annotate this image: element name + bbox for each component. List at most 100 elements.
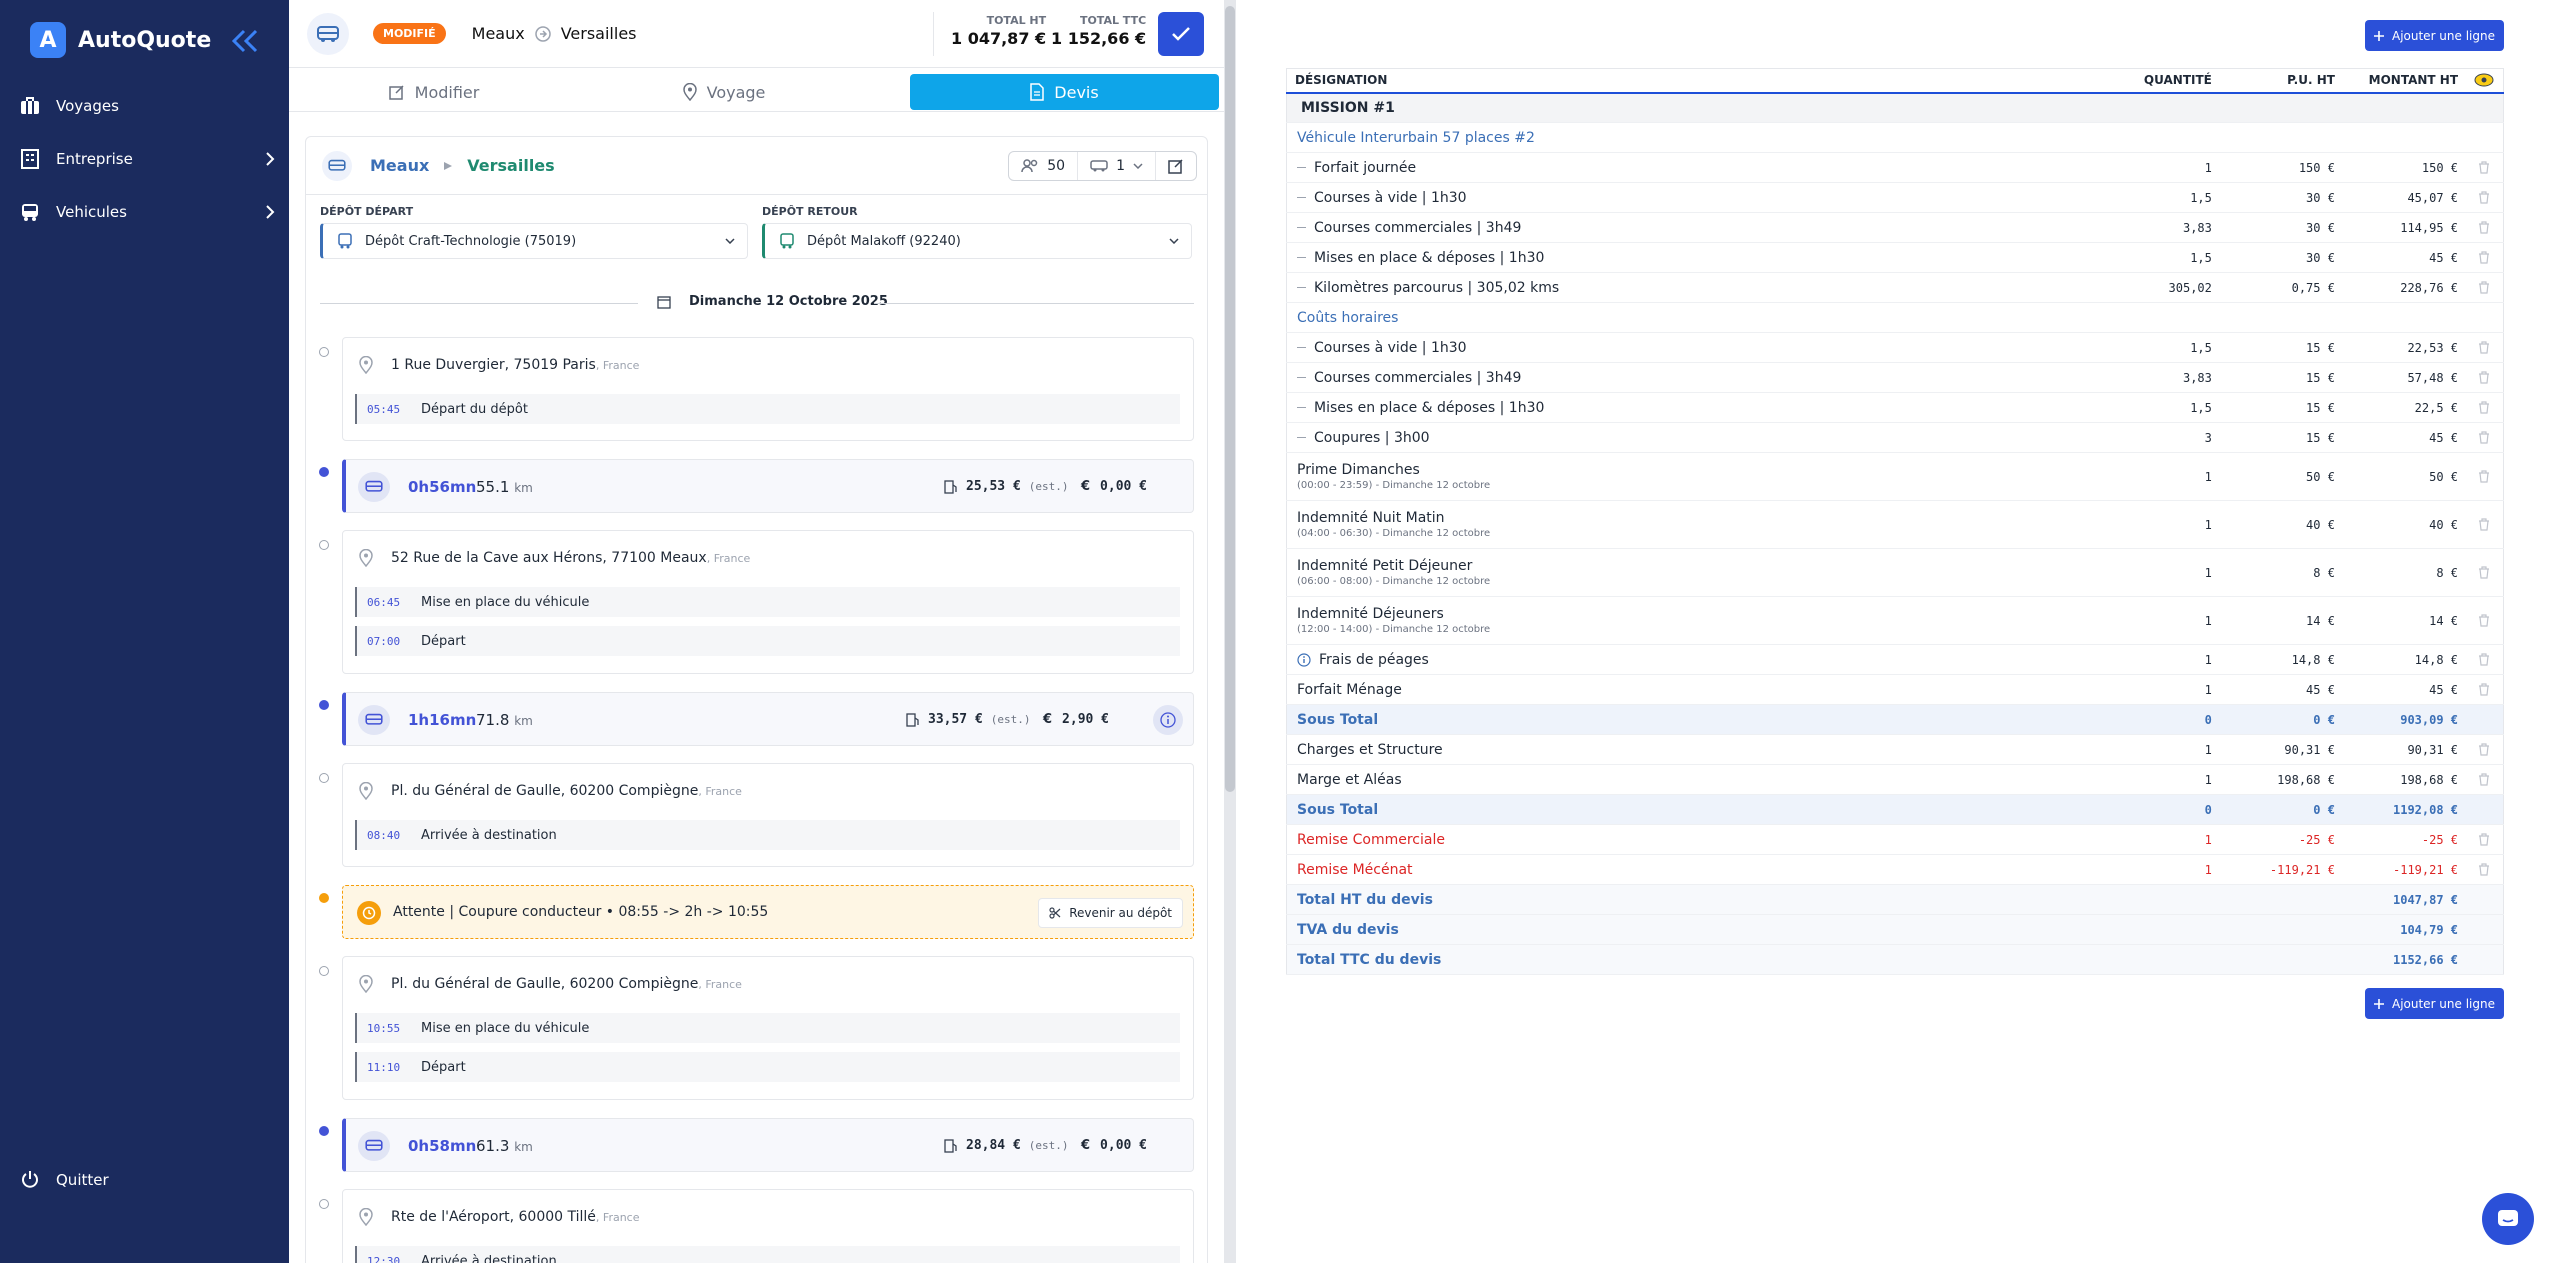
info-button[interactable] — [1153, 705, 1183, 735]
stop-card[interactable]: Rte de l'Aéroport, 60000 Tillé, France 1… — [342, 1189, 1194, 1263]
table-row[interactable]: MISSION #1 — [1286, 92, 2504, 123]
event-time: 10:55 — [367, 1021, 401, 1035]
table-row[interactable]: TVA du devis 104,79 € — [1286, 914, 2504, 945]
delete-line-button[interactable] — [2466, 152, 2504, 183]
return-to-depot-button[interactable]: Revenir au dépôt — [1038, 898, 1183, 928]
table-row[interactable]: Kilomètres parcourus | 305,02 kms 305,02 0… — [1286, 272, 2504, 303]
delete-line-button[interactable] — [2466, 392, 2504, 423]
table-row[interactable]: Courses commerciales | 3h49 3,83 15 €57,48… — [1286, 362, 2504, 393]
bus-icon — [358, 1131, 390, 1161]
table-row[interactable]: Indemnité Nuit Matin (04:00 - 06:30) - Di… — [1286, 500, 2504, 549]
sidebar-item-vehicules[interactable]: Vehicules — [20, 192, 275, 232]
table-row[interactable]: Sous Total 0 0 €903,09 € — [1286, 704, 2504, 735]
stop-card[interactable]: 1 Rue Duvergier, 75019 Paris, France 05:… — [342, 337, 1194, 441]
table-row[interactable]: Courses commerciales | 3h49 3,83 30 €114,9… — [1286, 212, 2504, 243]
tab-modifier[interactable]: Modifier — [289, 74, 579, 110]
add-line-button[interactable]: Ajouter une ligne — [2365, 988, 2504, 1019]
empty-cell — [2466, 914, 2504, 945]
dash-icon — [1297, 437, 1306, 438]
delete-line-button[interactable] — [2466, 854, 2504, 885]
tab-voyage[interactable]: Voyage — [579, 74, 869, 110]
delete-line-button[interactable] — [2466, 596, 2504, 645]
edit-trip-button[interactable] — [1155, 152, 1196, 180]
add-line-button[interactable]: Ajouter une ligne — [2365, 20, 2504, 51]
delete-line-button[interactable] — [2466, 182, 2504, 213]
table-row[interactable]: Prime Dimanches (00:00 - 23:59) - Dimanch… — [1286, 452, 2504, 501]
stop-event: 12:30 Arrivée à destination — [355, 1246, 1180, 1263]
route-segment[interactable]: 0h56mn 55.1 km 25,53 € (est.) €0,00 € — [342, 459, 1194, 513]
sidebar-item-entreprise[interactable]: Entreprise — [20, 139, 275, 179]
segment-duration: 0h56mn — [408, 478, 477, 496]
chat-button[interactable] — [2482, 1193, 2534, 1245]
line-label: Remise Commerciale — [1297, 831, 1445, 848]
stop-card[interactable]: Pl. du Général de Gaulle, 60200 Compiègn… — [342, 763, 1194, 867]
table-row[interactable]: Coupures | 3h00 3 15 €45 € — [1286, 422, 2504, 453]
table-row[interactable]: Total HT du devis 1047,87 € — [1286, 884, 2504, 915]
passengers-count[interactable]: 50 — [1009, 152, 1077, 180]
col-amount: MONTANT HT — [2342, 68, 2467, 94]
designation-cell: Coupures | 3h00 — [1286, 422, 2087, 453]
table-row[interactable]: Courses à vide | 1h30 1,5 15 €22,53 € — [1286, 332, 2504, 363]
depot-retour-select[interactable]: Dépôt Malakoff (92240) — [762, 223, 1192, 259]
table-row[interactable]: Sous Total 0 0 €1192,08 € — [1286, 794, 2504, 825]
delete-line-button[interactable] — [2466, 362, 2504, 393]
tab-devis[interactable]: Devis — [910, 74, 1219, 110]
quit-button[interactable]: Quitter — [20, 1170, 109, 1190]
quantity-cell: 1 — [2086, 854, 2220, 885]
delete-line-button[interactable] — [2466, 422, 2504, 453]
amount-cell: 40 € — [2342, 500, 2467, 549]
unit-price-cell: 150 € — [2219, 152, 2343, 183]
delete-line-button[interactable] — [2466, 332, 2504, 363]
depot-depart-select[interactable]: Dépôt Craft-Technologie (75019) — [320, 223, 748, 259]
app-logo[interactable]: A AutoQuote — [30, 22, 211, 58]
delete-line-button[interactable] — [2466, 242, 2504, 273]
table-row[interactable]: Indemnité Petit Déjeuner (06:00 - 08:00) … — [1286, 548, 2504, 597]
table-row[interactable]: Forfait journée 1 150 €150 € — [1286, 152, 2504, 183]
table-row[interactable]: Frais de péages 1 14,8 €14,8 € — [1286, 644, 2504, 675]
table-row[interactable]: Remise Commerciale 1 -25 € -25 € — [1286, 824, 2504, 855]
route-segment[interactable]: 1h16mn 71.8 km 33,57 € (est.) €2,90 € — [342, 692, 1194, 746]
delete-line-button[interactable] — [2466, 212, 2504, 243]
stop-card[interactable]: 52 Rue de la Cave aux Hérons, 77100 Meau… — [342, 530, 1194, 674]
trip-to: Versailles — [467, 156, 555, 175]
trash-icon — [2478, 250, 2492, 265]
delete-line-button[interactable] — [2466, 500, 2504, 549]
stop-address: Rte de l'Aéroport, 60000 Tillé, France — [359, 1208, 640, 1226]
map-pin-icon — [359, 549, 373, 567]
delete-line-button[interactable] — [2466, 734, 2504, 765]
trash-icon — [2478, 430, 2492, 445]
table-row[interactable]: Mises en place & déposes | 1h30 1,5 30 €45… — [1286, 242, 2504, 273]
table-row[interactable]: Mises en place & déposes | 1h30 1,5 15 €22… — [1286, 392, 2504, 423]
event-label: Arrivée à destination — [421, 1253, 557, 1263]
table-row[interactable]: Marge et Aléas 1 198,68 €198,68 € — [1286, 764, 2504, 795]
delete-line-button[interactable] — [2466, 272, 2504, 303]
delete-line-button[interactable] — [2466, 824, 2504, 855]
collapse-sidebar-icon[interactable] — [230, 28, 260, 54]
stop-card[interactable]: Pl. du Général de Gaulle, 60200 Compiègn… — [342, 956, 1194, 1100]
delete-line-button[interactable] — [2466, 764, 2504, 795]
vehicles-select[interactable]: 1 — [1077, 152, 1155, 180]
table-row[interactable]: Remise Mécénat 1 -119,21 € -119,21 € — [1286, 854, 2504, 885]
table-row[interactable]: Courses à vide | 1h30 1,5 30 €45,07 € — [1286, 182, 2504, 213]
sidebar-item-voyages[interactable]: Voyages — [20, 86, 275, 126]
total-ht-value: 1 047,87 € — [951, 29, 1047, 48]
bus-button[interactable] — [307, 12, 349, 55]
table-row[interactable]: Total TTC du devis 1152,66 € — [1286, 944, 2504, 975]
quantity-cell: 1 — [2086, 764, 2220, 795]
table-row[interactable]: Coûts horaires — [1286, 302, 2504, 333]
delete-line-button[interactable] — [2466, 452, 2504, 501]
table-row[interactable]: Indemnité Déjeuners (12:00 - 14:00) - Dim… — [1286, 596, 2504, 645]
delete-line-button[interactable] — [2466, 674, 2504, 705]
scrollbar[interactable] — [1224, 0, 1236, 1263]
table-row[interactable]: Véhicule Interurbain 57 places #2 — [1286, 122, 2504, 153]
delete-line-button[interactable] — [2466, 644, 2504, 675]
table-row[interactable]: Charges et Structure 1 90,31 €90,31 € — [1286, 734, 2504, 765]
info-icon[interactable] — [1297, 652, 1311, 667]
scrollbar-thumb[interactable] — [1225, 6, 1235, 792]
table-row[interactable]: Forfait Ménage 1 45 €45 € — [1286, 674, 2504, 705]
depot-depart-label: DÉPÔT DÉPART — [320, 205, 414, 218]
route-segment[interactable]: 0h58mn 61.3 km 28,84 € (est.) €0,00 € — [342, 1118, 1194, 1172]
confirm-button[interactable] — [1158, 12, 1204, 56]
delete-line-button[interactable] — [2466, 548, 2504, 597]
toggle-visibility[interactable] — [2466, 68, 2504, 94]
